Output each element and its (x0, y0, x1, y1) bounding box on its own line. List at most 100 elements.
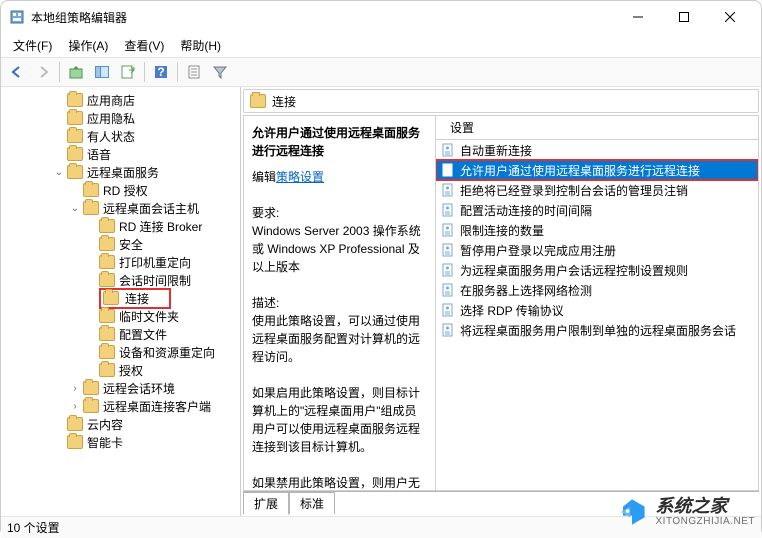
status-text: 10 个设置 (7, 519, 60, 536)
tree-item-selected[interactable]: 连接 (99, 288, 171, 309)
close-button[interactable] (707, 1, 753, 33)
watermark-title: 系统之家 (656, 497, 756, 517)
folder-icon (99, 219, 115, 233)
maximize-button[interactable] (661, 1, 707, 33)
tab-extended[interactable]: 扩展 (243, 492, 289, 515)
tab-standard[interactable]: 标准 (289, 492, 335, 514)
tree-item[interactable]: 应用商店 (5, 91, 240, 109)
tree-item-label: RD 连接 Broker (117, 218, 204, 235)
tree-item[interactable]: 临时文件夹 (5, 307, 240, 325)
window-title: 本地组策略编辑器 (31, 9, 127, 26)
tree-item[interactable]: 配置文件 (5, 325, 240, 343)
description-pane: 允许用户通过使用远程桌面服务进行远程连接 编辑策略设置 要求: Windows … (244, 116, 436, 490)
setting-item[interactable]: 配置活动连接的时间间隔 (436, 200, 758, 220)
folder-icon (99, 345, 115, 359)
tree-item[interactable]: › 远程会话环境 (5, 379, 240, 397)
title-bar: 本地组策略编辑器 (1, 1, 761, 33)
policy-icon (440, 162, 456, 178)
folder-icon (99, 309, 115, 323)
setting-item[interactable]: 为远程桌面服务用户会话远程控制设置规则 (436, 260, 758, 280)
tree-item-label: 打印机重定向 (117, 254, 193, 271)
up-button[interactable] (64, 60, 88, 84)
setting-label: 选择 RDP 传输协议 (460, 302, 564, 319)
tree-item[interactable]: 打印机重定向 (5, 253, 240, 271)
show-hide-tree-button[interactable] (90, 60, 114, 84)
menu-bar: 文件(F) 操作(A) 查看(V) 帮助(H) (1, 33, 761, 57)
export-list-button[interactable] (116, 60, 140, 84)
collapse-icon[interactable]: ⌄ (53, 167, 65, 178)
folder-icon (67, 435, 83, 449)
toolbar-separator (144, 62, 145, 82)
svg-text:?: ? (157, 65, 164, 79)
setting-item[interactable]: 自动重新连接 (436, 140, 758, 160)
column-setting[interactable]: 设置 (444, 119, 480, 136)
tree-item[interactable]: 应用隐私 (5, 109, 240, 127)
setting-item[interactable]: 拒绝将已经登录到控制台会话的管理员注销 (436, 180, 758, 200)
tree-item-label: 有人状态 (85, 128, 137, 145)
folder-icon (83, 381, 99, 395)
selected-policy-title: 允许用户通过使用远程桌面服务进行远程连接 (252, 124, 427, 160)
list-header[interactable]: 设置 (436, 116, 758, 140)
tree-item[interactable]: 有人状态 (5, 127, 240, 145)
policy-icon (440, 302, 456, 318)
requirements-text: Windows Server 2003 操作系统或 Windows XP Pro… (252, 222, 427, 276)
tree-item-label: 远程桌面连接客户端 (101, 398, 213, 415)
tree-item[interactable]: ⌄ 远程桌面会话主机 (5, 199, 240, 217)
properties-button[interactable] (182, 60, 206, 84)
minimize-button[interactable] (615, 1, 661, 33)
setting-item[interactable]: 允许用户通过使用远程桌面服务进行远程连接 (436, 160, 758, 180)
tree-item[interactable]: 连接 (5, 289, 240, 307)
edit-policy-link[interactable]: 策略设置 (276, 170, 324, 184)
setting-label: 为远程桌面服务用户会话远程控制设置规则 (460, 262, 688, 279)
policy-icon (440, 222, 456, 238)
folder-icon (99, 327, 115, 341)
edit-label: 编辑 (252, 170, 276, 184)
setting-item[interactable]: 选择 RDP 传输协议 (436, 300, 758, 320)
folder-icon (99, 255, 115, 269)
expand-icon[interactable]: › (69, 401, 81, 412)
watermark-url: XITONGZHIJIA.NET (656, 516, 756, 527)
tree-item[interactable]: 语音 (5, 145, 240, 163)
setting-label: 自动重新连接 (460, 142, 532, 159)
tree-item[interactable]: 授权 (5, 361, 240, 379)
menu-help[interactable]: 帮助(H) (174, 35, 227, 56)
tree-item[interactable]: 会话时间限制 (5, 271, 240, 289)
menu-file[interactable]: 文件(F) (7, 35, 58, 56)
tree-item[interactable]: ⌄远程桌面服务 (5, 163, 240, 181)
setting-item[interactable]: 将远程桌面服务用户限制到单独的远程桌面服务会话 (436, 320, 758, 340)
tree-item[interactable]: 安全 (5, 235, 240, 253)
setting-item[interactable]: 限制连接的数量 (436, 220, 758, 240)
description-text-3: 如果禁用此策略设置，则用户无法 (252, 474, 427, 490)
folder-icon (99, 273, 115, 287)
tree-item[interactable]: 云内容 (5, 415, 240, 433)
forward-button[interactable] (31, 60, 55, 84)
expand-icon[interactable]: › (69, 383, 81, 394)
policy-icon (440, 262, 456, 278)
toolbar: ? (1, 57, 761, 87)
back-button[interactable] (5, 60, 29, 84)
tree-item[interactable]: › 远程桌面连接客户端 (5, 397, 240, 415)
filter-button[interactable] (208, 60, 232, 84)
main-pane: 连接 允许用户通过使用远程桌面服务进行远程连接 编辑策略设置 要求: Windo… (241, 87, 761, 516)
toolbar-separator (59, 62, 60, 82)
menu-view[interactable]: 查看(V) (118, 35, 170, 56)
tree-item-label: 安全 (117, 236, 145, 253)
settings-list[interactable]: 设置 自动重新连接允许用户通过使用远程桌面服务进行远程连接拒绝将已经登录到控制台… (436, 116, 758, 490)
setting-item[interactable]: 暂停用户登录以完成应用注册 (436, 240, 758, 260)
description-label: 描述: (252, 294, 427, 312)
tree-item[interactable]: 智能卡 (5, 433, 240, 451)
folder-icon (103, 291, 119, 305)
tree-item-label: 远程会话环境 (101, 380, 177, 397)
tree-item[interactable]: 设备和资源重定向 (5, 343, 240, 361)
requirements-label: 要求: (252, 204, 427, 222)
tree-pane[interactable]: 应用商店应用隐私有人状态语音⌄远程桌面服务RD 授权 ⌄ 远程桌面会话主机RD 连接… (1, 87, 241, 516)
tree-item-label: 远程桌面会话主机 (101, 200, 201, 217)
help-button[interactable]: ? (149, 60, 173, 84)
menu-action[interactable]: 操作(A) (62, 35, 114, 56)
setting-label: 在服务器上选择网络检测 (460, 282, 592, 299)
folder-icon (67, 111, 83, 125)
tree-item[interactable]: RD 授权 (5, 181, 240, 199)
collapse-icon[interactable]: ⌄ (69, 203, 81, 214)
setting-item[interactable]: 在服务器上选择网络检测 (436, 280, 758, 300)
tree-item[interactable]: RD 连接 Broker (5, 217, 240, 235)
